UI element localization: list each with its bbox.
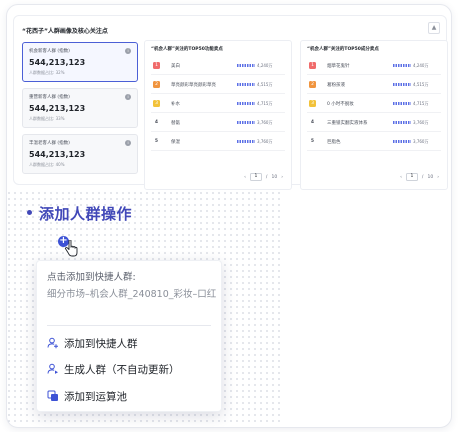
- menu-item-label: 生成人群（不自动更新）: [64, 363, 180, 376]
- rank-value: 4,715万: [413, 101, 429, 106]
- copy-icon: [47, 390, 58, 401]
- page-sep: /: [265, 174, 268, 180]
- rank-number: 5: [154, 139, 159, 144]
- rank-value: 4,515万: [257, 82, 273, 87]
- metric-card-new[interactable]: 重营新客人群 (指数) 544,213,123 人群数据占比: 33% i: [22, 88, 138, 128]
- menu-item-generate-crowd[interactable]: 生成人群（不自动更新）: [47, 361, 180, 377]
- collapse-icon[interactable]: ▲: [428, 22, 440, 34]
- divider: [47, 325, 211, 326]
- page-input[interactable]: 1: [405, 173, 418, 181]
- page-input[interactable]: 1: [249, 173, 262, 181]
- rank-item-name: 补水: [171, 102, 180, 107]
- table-row[interactable]: 5 保湿 3,760万: [151, 132, 285, 151]
- table-row[interactable]: 3 0 小时不脱妆 4,715万: [307, 94, 441, 113]
- info-icon[interactable]: i: [125, 140, 131, 146]
- menu-item-add-to-quick[interactable]: 添加到快捷人群: [47, 335, 138, 351]
- next-page-icon[interactable]: ›: [281, 175, 283, 180]
- rank-bar: [393, 83, 411, 86]
- rank-bar: [393, 121, 411, 124]
- add-crowd-popup: 点击添加到快捷人群: 细分市场–机会人群_240810_彩妆–口红 添加到快捷人…: [36, 260, 222, 412]
- prev-page-icon[interactable]: ‹: [244, 175, 246, 180]
- rank-bar: [237, 83, 255, 86]
- panel-title: “花西子”人群画像及核心关注点: [22, 28, 108, 35]
- rank-bar: [237, 64, 255, 67]
- rank-number: 4: [154, 120, 159, 125]
- rank-number: 1: [309, 62, 316, 69]
- prev-page-icon[interactable]: ‹: [400, 175, 402, 180]
- persona-panel: “花西子”人群画像及核心关注点 ▲ 机会新客人群 (指数) 544,213,12…: [13, 15, 448, 190]
- hand-cursor-icon: [64, 240, 78, 257]
- rank-value: 4,240万: [413, 63, 429, 68]
- rank-bar: [393, 102, 411, 105]
- rank-number: 3: [309, 100, 316, 107]
- rank-title: “机会人群”关注的TOP50功能卖点: [151, 47, 223, 52]
- rank-value: 3,760万: [413, 120, 429, 125]
- rank-table-ingredient: “机会人群”关注的TOP50成分卖点 1 烟草花鬼针 4,240万 2 葛粉孩液 4,51…: [300, 40, 448, 190]
- rank-value: 3,760万: [257, 139, 273, 144]
- metric-card-opportunity[interactable]: 机会新客人群 (指数) 544,213,123 人群数据占比: 32% i: [22, 42, 138, 82]
- rank-item-name: 替氨: [171, 121, 180, 126]
- popup-crowd-name: 细分市场–机会人群_240810_彩妆–口红: [47, 289, 217, 300]
- rank-value: 4,515万: [413, 82, 429, 87]
- metric-ratio: 人群数据占比: 40%: [29, 162, 65, 167]
- metric-value: 544,213,123: [29, 150, 86, 159]
- rank-number: 2: [309, 81, 316, 88]
- page-sep: /: [421, 174, 424, 180]
- rank-value: 3,760万: [257, 120, 273, 125]
- pagination: ‹ 1 / 10 ›: [244, 173, 283, 181]
- rank-value: 3,760万: [413, 139, 429, 144]
- rank-title: “机会人群”关注的TOP50成分卖点: [307, 47, 379, 52]
- menu-item-label: 添加到运算池: [64, 390, 127, 403]
- rank-item-name: 0 小时不脱妆: [327, 102, 354, 107]
- menu-item-label: 添加到快捷人群: [64, 337, 138, 350]
- rank-value: 4,240万: [257, 63, 273, 68]
- rank-item-name: 葛粉孩液: [327, 83, 345, 88]
- metric-label: 机会新客人群 (指数): [29, 49, 70, 54]
- table-row[interactable]: 2 草亮颜彩草亮颜彩草亮 4,515万: [151, 75, 285, 94]
- page-total: 10: [427, 174, 434, 180]
- rank-bar: [393, 140, 411, 143]
- table-row[interactable]: 5 巨脂色 3,760万: [307, 132, 441, 151]
- menu-item-add-to-pool[interactable]: 添加到运算池: [47, 388, 127, 404]
- generate-user-icon: [47, 363, 58, 374]
- next-page-icon[interactable]: ›: [437, 175, 439, 180]
- metric-label: 丰温老客人群 (指数): [29, 141, 70, 146]
- table-row[interactable]: 2 葛粉孩液 4,515万: [307, 75, 441, 94]
- add-user-icon: [47, 337, 58, 349]
- rank-table-function: “机会人群”关注的TOP50功能卖点 1 美白 4,240万 2 草亮颜彩草亮颜彩草亮 4…: [144, 40, 292, 190]
- rank-item-name: 巨脂色: [327, 140, 341, 145]
- popup-hint: 点击添加到快捷人群:: [47, 272, 136, 283]
- metric-ratio: 人群数据占比: 33%: [29, 116, 65, 121]
- table-row[interactable]: 1 烟草花鬼针 4,240万: [307, 56, 441, 75]
- metric-ratio: 人群数据占比: 32%: [29, 70, 65, 75]
- rank-item-name: 美白: [171, 64, 180, 69]
- rank-bar: [393, 64, 411, 67]
- rank-bar: [237, 102, 255, 105]
- table-row[interactable]: 3 补水 4,715万: [151, 94, 285, 113]
- rank-item-name: 保湿: [171, 140, 180, 145]
- rank-item-name: 三重锁实翻实液体系: [327, 121, 368, 126]
- rank-number: 4: [310, 120, 315, 125]
- pagination: ‹ 1 / 10 ›: [400, 173, 439, 181]
- page-total: 10: [271, 174, 278, 180]
- operation-title: 添加人群操作: [39, 205, 133, 223]
- metric-card-old[interactable]: 丰温老客人群 (指数) 544,213,123 人群数据占比: 40% i: [22, 134, 138, 174]
- rank-number: 3: [153, 100, 160, 107]
- table-row[interactable]: 1 美白 4,240万: [151, 56, 285, 75]
- table-row[interactable]: 4 三重锁实翻实液体系 3,760万: [307, 113, 441, 132]
- rank-item-name: 草亮颜彩草亮颜彩草亮: [171, 83, 216, 88]
- metric-value: 544,213,123: [29, 104, 86, 113]
- rank-item-name: 烟草花鬼针: [327, 64, 350, 69]
- info-icon[interactable]: i: [125, 94, 131, 100]
- rank-bar: [237, 121, 255, 124]
- info-icon[interactable]: i: [125, 48, 131, 54]
- rank-bar: [237, 140, 255, 143]
- metric-value: 544,213,123: [29, 58, 86, 67]
- rank-number: 1: [153, 62, 160, 69]
- metric-label: 重营新客人群 (指数): [29, 95, 70, 100]
- rank-number: 2: [153, 81, 160, 88]
- table-row[interactable]: 4 替氨 3,760万: [151, 113, 285, 132]
- rank-value: 4,715万: [257, 101, 273, 106]
- rank-number: 5: [310, 139, 315, 144]
